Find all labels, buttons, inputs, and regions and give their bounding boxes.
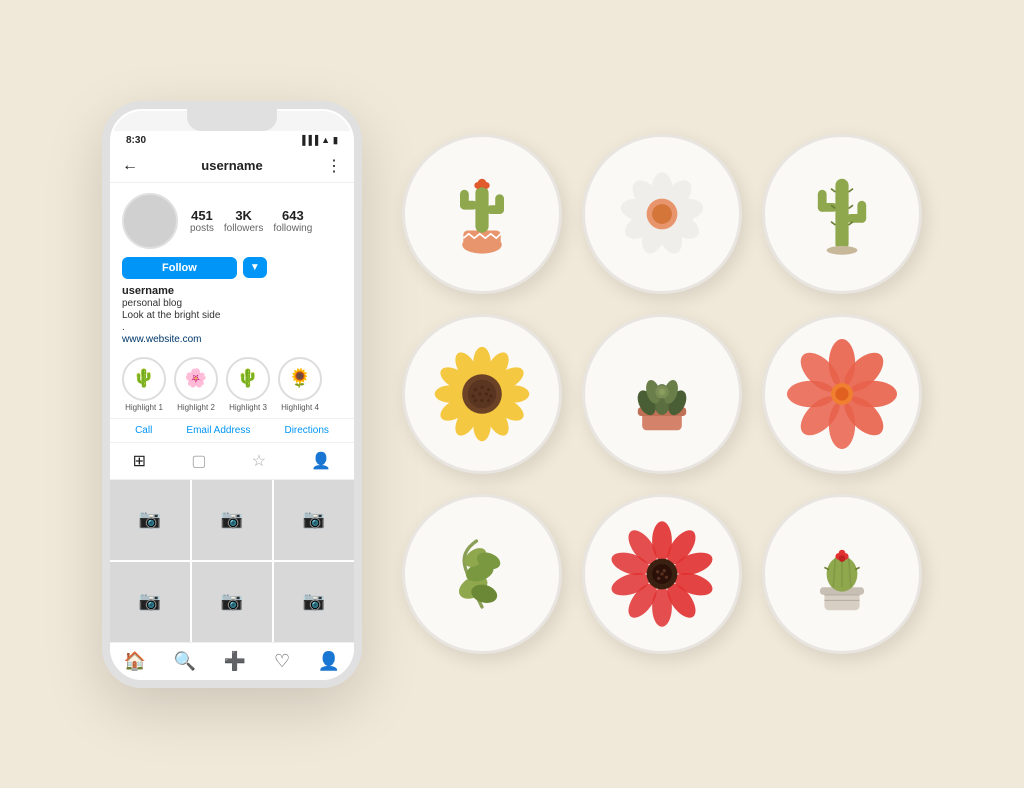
status-time: 8:30	[126, 135, 146, 146]
posts-label: posts	[190, 223, 214, 234]
icon-succulent-pot[interactable]	[582, 314, 742, 474]
phone-notch	[187, 109, 277, 131]
highlight-label-4: Highlight 4	[281, 403, 319, 412]
highlight-label-3: Highlight 3	[229, 403, 267, 412]
icon-red-daisy[interactable]	[582, 494, 742, 654]
highlight-label-1: Highlight 1	[125, 403, 163, 412]
signal-icon: ▐▐▐	[299, 135, 318, 145]
profile-name: username	[122, 285, 342, 297]
highlight-label-2: Highlight 2	[177, 403, 215, 412]
icon-sunflower[interactable]	[402, 314, 562, 474]
tab-tagged-icon[interactable]: ☆	[252, 451, 266, 471]
following-count: 643	[282, 208, 304, 223]
back-icon[interactable]: ←	[122, 157, 138, 175]
tab-profile-icon[interactable]: 👤	[311, 451, 331, 471]
tab-grid-icon[interactable]: ⊞	[133, 451, 146, 471]
highlight-1[interactable]: 🌵 Highlight 1	[122, 357, 166, 412]
status-bar: 8:30 ▐▐▐ ▲ ▮	[110, 131, 354, 150]
icon-cactus-pot[interactable]	[402, 134, 562, 294]
following-label: following	[273, 223, 312, 234]
directions-link[interactable]: Directions	[284, 425, 328, 436]
profile-bio-line3: .	[122, 322, 342, 333]
highlight-2[interactable]: 🌸 Highlight 2	[174, 357, 218, 412]
icon-tall-cactus[interactable]	[762, 134, 922, 294]
highlights-row: 🌵 Highlight 1 🌸 Highlight 2 🌵 Highlight …	[110, 351, 354, 418]
follow-row: Follow ▼	[122, 257, 342, 279]
tab-single-icon[interactable]: ▢	[191, 451, 206, 471]
highlight-3[interactable]: 🌵 Highlight 3	[226, 357, 270, 412]
status-icons: ▐▐▐ ▲ ▮	[299, 135, 338, 146]
ig-header: ← username ⋮	[110, 150, 354, 183]
grid-cell-6[interactable]: 📷	[274, 562, 354, 642]
avatar[interactable]	[122, 193, 178, 249]
profile-bio-line2: Look at the bright side	[122, 310, 342, 321]
grid-cell-1[interactable]: 📷	[110, 480, 190, 560]
icon-leaves[interactable]	[402, 494, 562, 654]
profile-section: 451 posts 3K followers 643 following	[110, 183, 354, 351]
stats-row: 451 posts 3K followers 643 following	[190, 208, 342, 234]
stat-followers: 3K followers	[224, 208, 263, 234]
grid-cell-3[interactable]: 📷	[274, 480, 354, 560]
posts-count: 451	[191, 208, 213, 223]
action-links: Call Email Address Directions	[110, 418, 354, 443]
battery-icon: ▮	[333, 135, 338, 146]
highlight-circle-3: 🌵	[226, 357, 270, 401]
icon-white-flower[interactable]	[582, 134, 742, 294]
call-link[interactable]: Call	[135, 425, 152, 436]
email-link[interactable]: Email Address	[186, 425, 250, 436]
grid-cell-4[interactable]: 📷	[110, 562, 190, 642]
phone-screen: 8:30 ▐▐▐ ▲ ▮ ← username ⋮	[110, 131, 354, 680]
nav-heart-icon[interactable]: ♡	[274, 651, 290, 672]
wifi-icon: ▲	[321, 135, 330, 145]
stat-following: 643 following	[273, 208, 312, 234]
grid-cell-5[interactable]: 📷	[192, 562, 272, 642]
main-container: 8:30 ▐▐▐ ▲ ▮ ← username ⋮	[72, 71, 952, 718]
profile-username-title: username	[201, 158, 262, 173]
phone-nav: 🏠 🔍 ➕ ♡ 👤	[110, 642, 354, 680]
highlight-circle-2: 🌸	[174, 357, 218, 401]
tab-row: ⊞ ▢ ☆ 👤	[110, 443, 354, 480]
nav-profile-icon[interactable]: 👤	[318, 651, 340, 672]
followers-label: followers	[224, 223, 263, 234]
icon-small-cactus[interactable]	[762, 494, 922, 654]
more-icon[interactable]: ⋮	[326, 156, 342, 176]
highlight-circle-4: 🌻	[278, 357, 322, 401]
nav-add-icon[interactable]: ➕	[224, 651, 246, 672]
stat-posts: 451 posts	[190, 208, 214, 234]
photo-grid: 📷 📷 📷 📷 📷 📷	[110, 480, 354, 642]
icon-red-flower[interactable]	[762, 314, 922, 474]
profile-link[interactable]: www.website.com	[122, 334, 342, 345]
nav-search-icon[interactable]: 🔍	[174, 651, 196, 672]
follow-button[interactable]: Follow	[122, 257, 237, 279]
followers-count: 3K	[235, 208, 252, 223]
nav-home-icon[interactable]: 🏠	[124, 651, 146, 672]
grid-cell-2[interactable]: 📷	[192, 480, 272, 560]
follow-dropdown-button[interactable]: ▼	[243, 257, 267, 278]
profile-bio-line1: personal blog	[122, 298, 342, 309]
profile-top: 451 posts 3K followers 643 following	[122, 193, 342, 249]
icons-grid	[402, 134, 922, 654]
highlight-circle-1: 🌵	[122, 357, 166, 401]
highlight-4[interactable]: 🌻 Highlight 4	[278, 357, 322, 412]
phone-mockup: 8:30 ▐▐▐ ▲ ▮ ← username ⋮	[102, 101, 362, 688]
